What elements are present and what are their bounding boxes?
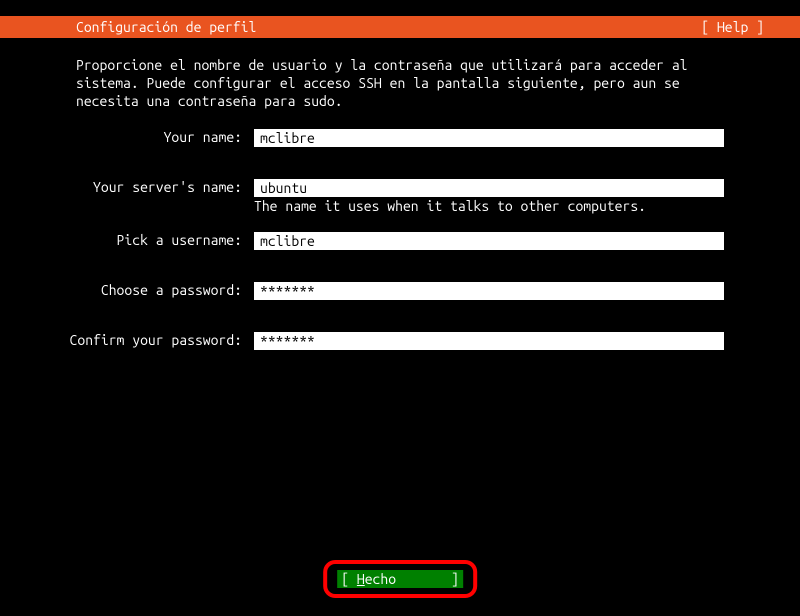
row-server-name: Your server's name: ubuntu The name it u…: [68, 179, 724, 216]
row-password: Choose a password: *******: [68, 282, 724, 300]
done-bracket-open: [: [341, 571, 357, 587]
label-confirm-password: Confirm your password:: [68, 332, 254, 348]
hint-server-name: The name it uses when it talks to other …: [254, 198, 724, 214]
input-server-name[interactable]: ubuntu: [254, 179, 724, 197]
done-hotkey: H: [357, 571, 365, 587]
row-username: Pick a username: mclibre: [68, 232, 724, 250]
footer-button-highlight: [ Hecho ]: [323, 560, 477, 598]
description-text: Proporcione el nombre de usuario y la co…: [76, 56, 724, 111]
help-button[interactable]: [ Help ]: [701, 19, 782, 35]
input-your-name[interactable]: mclibre: [254, 129, 724, 147]
done-button[interactable]: [ Hecho ]: [337, 570, 463, 588]
input-username[interactable]: mclibre: [254, 232, 724, 250]
label-username: Pick a username:: [68, 232, 254, 248]
input-password[interactable]: *******: [254, 282, 724, 300]
highlight-ring: [ Hecho ]: [323, 560, 477, 598]
profile-form: Your name: mclibre Your server's name: u…: [68, 129, 724, 350]
content-area: Proporcione el nombre de usuario y la co…: [0, 38, 800, 350]
label-password: Choose a password:: [68, 282, 254, 298]
input-confirm-password[interactable]: *******: [254, 332, 724, 350]
label-your-name: Your name:: [68, 129, 254, 145]
row-confirm-password: Confirm your password: *******: [68, 332, 724, 350]
page-title: Configuración de perfil: [18, 19, 256, 35]
label-server-name: Your server's name:: [68, 179, 254, 195]
done-rest: echo ]: [365, 571, 459, 587]
row-your-name: Your name: mclibre: [68, 129, 724, 147]
header-bar: Configuración de perfil [ Help ]: [0, 16, 800, 38]
